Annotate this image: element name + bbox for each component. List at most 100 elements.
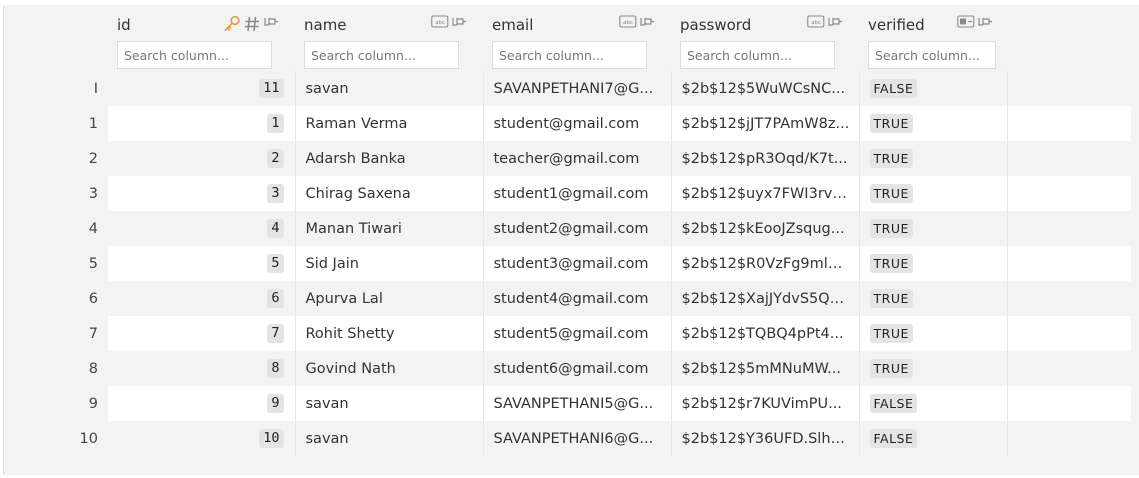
verified-badge: TRUE	[869, 149, 913, 168]
column-label: email	[492, 16, 534, 34]
table-row[interactable]: 8 8 Govind Nath student6@gmail.com $2b$12$5m…	[4, 351, 1131, 386]
verified-badge: TRUE	[869, 359, 913, 378]
cell-email[interactable]: SAVANPETHANI6@G...	[483, 421, 672, 456]
column-header-password[interactable]: password abc	[671, 5, 859, 71]
cell-verified[interactable]: TRUE	[859, 316, 1008, 351]
cell-email[interactable]: student5@gmail.com	[483, 316, 672, 351]
cell-verified[interactable]: TRUE	[859, 246, 1008, 281]
cell-verified[interactable]: TRUE	[859, 106, 1008, 141]
column-label: verified	[868, 16, 925, 34]
pin-icon[interactable]	[977, 15, 993, 31]
cell-name[interactable]: Adarsh Banka	[295, 141, 484, 176]
cell-password[interactable]: $2b$12$jJT7PAmW8z...	[671, 106, 860, 141]
cell-id[interactable]: 1	[108, 106, 296, 141]
cell-verified[interactable]: FALSE	[859, 421, 1008, 456]
cell-id[interactable]: 9	[108, 386, 296, 421]
column-search-input-verified[interactable]	[868, 41, 996, 69]
cell-name[interactable]: Raman Verma	[295, 106, 484, 141]
table-row[interactable]: 1 1 Raman Verma student@gmail.com $2b$12$jJT…	[4, 106, 1131, 141]
cell-password[interactable]: $2b$12$pR3Oqd/K7t...	[671, 141, 860, 176]
cell-verified[interactable]: TRUE	[859, 351, 1008, 386]
data-table: id Search column... name abc Search colu…	[4, 5, 1131, 456]
cell-email[interactable]: SAVANPETHANI5@G...	[483, 386, 672, 421]
empty-cell	[1007, 141, 1131, 176]
cell-password[interactable]: $2b$12$uyx7FWI3rva...	[671, 176, 860, 211]
cell-verified[interactable]: TRUE	[859, 211, 1008, 246]
cell-id[interactable]: 6	[108, 281, 296, 316]
column-search-input-email[interactable]	[492, 41, 647, 69]
table-row[interactable]: 4 4 Manan Tiwari student2@gmail.com $2b$12$k…	[4, 211, 1131, 246]
table-row[interactable]: 3 3 Chirag Saxena student1@gmail.com $2b$12$…	[4, 176, 1131, 211]
id-value: 10	[259, 429, 284, 448]
table-row[interactable]: 6 6 Apurva Lal student4@gmail.com $2b$12$Xaj…	[4, 281, 1131, 316]
id-value: 3	[267, 184, 284, 203]
cell-email[interactable]: student4@gmail.com	[483, 281, 672, 316]
row-number: 6	[4, 281, 108, 316]
svg-text:abc: abc	[623, 20, 633, 26]
cell-name[interactable]: Rohit Shetty	[295, 316, 484, 351]
column-header-id[interactable]: id	[108, 5, 295, 71]
cell-password[interactable]: $2b$12$r7KUVimPU...	[671, 386, 860, 421]
cell-id[interactable]: 11	[108, 71, 296, 106]
cell-name[interactable]: savan	[295, 386, 484, 421]
column-header-verified[interactable]: verified	[859, 5, 1007, 71]
column-search-input-password[interactable]	[680, 41, 835, 69]
cell-name[interactable]: savan	[295, 421, 484, 456]
cell-name[interactable]: Sid Jain	[295, 246, 484, 281]
column-search-input-name[interactable]	[304, 41, 459, 69]
table-row[interactable]: 10 10 savan SAVANPETHANI6@G... $2b$12$Y36UFD…	[4, 421, 1131, 456]
pin-icon[interactable]	[263, 15, 279, 31]
cell-name[interactable]: Apurva Lal	[295, 281, 484, 316]
cell-name[interactable]: Manan Tiwari	[295, 211, 484, 246]
cell-email[interactable]: student2@gmail.com	[483, 211, 672, 246]
cell-verified[interactable]: TRUE	[859, 176, 1008, 211]
cell-id[interactable]: 3	[108, 176, 296, 211]
cell-name[interactable]: Govind Nath	[295, 351, 484, 386]
verified-badge: TRUE	[869, 219, 913, 238]
cell-email[interactable]: student3@gmail.com	[483, 246, 672, 281]
cell-verified[interactable]: FALSE	[859, 71, 1008, 106]
cell-id[interactable]: 5	[108, 246, 296, 281]
primary-key-icon	[223, 15, 240, 31]
cell-id[interactable]: 4	[108, 211, 296, 246]
cell-email[interactable]: student6@gmail.com	[483, 351, 672, 386]
cell-id[interactable]: 7	[108, 316, 296, 351]
cell-verified[interactable]: TRUE	[859, 281, 1008, 316]
text-type-icon: abc	[619, 15, 637, 31]
cell-email[interactable]: SAVANPETHANI7@G...	[483, 71, 672, 106]
cell-email[interactable]: student1@gmail.com	[483, 176, 672, 211]
empty-cell	[1007, 211, 1131, 246]
row-number: 1	[4, 106, 108, 141]
column-search-input-id[interactable]	[117, 41, 272, 69]
cell-password[interactable]: $2b$12$XajJYdvS5Q6...	[671, 281, 860, 316]
column-header-name[interactable]: name abc	[295, 5, 483, 71]
cell-name[interactable]: Chirag Saxena	[295, 176, 484, 211]
cell-verified[interactable]: TRUE	[859, 141, 1008, 176]
cell-password[interactable]: $2b$12$5mMNuMW...	[671, 351, 860, 386]
table-row[interactable]: I 11 savan SAVANPETHANI7@G... $2b$12$5WuWCsN…	[4, 71, 1131, 106]
pin-icon[interactable]	[827, 15, 843, 31]
column-header-email[interactable]: email abc	[483, 5, 671, 71]
id-value: 1	[267, 114, 284, 133]
row-number: 4	[4, 211, 108, 246]
cell-password[interactable]: $2b$12$kEooJZsqug...	[671, 211, 860, 246]
cell-email[interactable]: teacher@gmail.com	[483, 141, 672, 176]
cell-name[interactable]: savan	[295, 71, 484, 106]
cell-password[interactable]: $2b$12$Y36UFD.SlhX...	[671, 421, 860, 456]
cell-id[interactable]: 8	[108, 351, 296, 386]
cell-id[interactable]: 2	[108, 141, 296, 176]
cell-password[interactable]: $2b$12$5WuWCsNC...	[671, 71, 860, 106]
cell-password[interactable]: $2b$12$R0VzFg9ml7...	[671, 246, 860, 281]
empty-cell	[1007, 281, 1131, 316]
table-row[interactable]: 2 2 Adarsh Banka teacher@gmail.com $2b$12$pR…	[4, 141, 1131, 176]
cell-id[interactable]: 10	[108, 421, 296, 456]
pin-icon[interactable]	[451, 15, 467, 31]
id-value: 4	[267, 219, 284, 238]
pin-icon[interactable]	[639, 15, 655, 31]
table-row[interactable]: 9 9 savan SAVANPETHANI5@G... $2b$12$r7KUVimP…	[4, 386, 1131, 421]
cell-verified[interactable]: FALSE	[859, 386, 1008, 421]
table-row[interactable]: 7 7 Rohit Shetty student5@gmail.com $2b$12$T…	[4, 316, 1131, 351]
cell-password[interactable]: $2b$12$TQBQ4pPt4...	[671, 316, 860, 351]
table-row[interactable]: 5 5 Sid Jain student3@gmail.com $2b$12$R0VzF…	[4, 246, 1131, 281]
cell-email[interactable]: student@gmail.com	[483, 106, 672, 141]
